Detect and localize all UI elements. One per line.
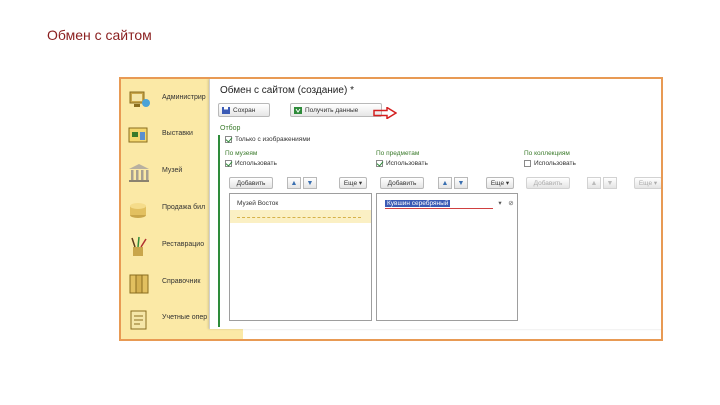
filter-title: Отбор [220, 125, 241, 132]
filter-group-line [218, 135, 220, 327]
save-button-label: Сохран [233, 107, 256, 114]
use-collections-checkbox[interactable]: Использовать [524, 160, 576, 167]
exchange-form-window: Обмен с сайтом (создание) * Сохран Получ… [209, 79, 661, 329]
checkbox-box[interactable] [225, 136, 232, 143]
list-item[interactable]: Музей Восток [230, 197, 371, 210]
move-up-button[interactable]: ▲ [438, 177, 452, 189]
use-items-checkbox[interactable]: Использовать [376, 160, 428, 167]
sidebar-item-label: Продажа бил [162, 204, 206, 211]
save-button[interactable]: Сохран [218, 103, 270, 117]
folders-icon [129, 274, 149, 294]
link-icon[interactable]: ⊘ [506, 198, 516, 209]
more-label: Еще [343, 180, 358, 187]
dropdown-arrow-icon: ▾ [505, 180, 510, 187]
dropdown-arrow-icon: ▾ [358, 180, 363, 187]
selection-dash [237, 217, 361, 218]
dropdown-arrow-icon: ▾ [653, 180, 658, 187]
sidebar-item-label: Справочник [162, 278, 201, 285]
arrow-up-icon: ▲ [590, 180, 598, 187]
exhibition-board-icon [128, 127, 148, 143]
red-arrow-icon [373, 107, 397, 119]
more-label: Еще [490, 180, 505, 187]
add-museum-button[interactable]: Добавить [229, 177, 273, 189]
museums-list[interactable]: Музей Восток [229, 193, 372, 321]
use-label: Использовать [235, 160, 277, 168]
use-museums-checkbox[interactable]: Использовать [225, 160, 277, 167]
add-collection-button: Добавить [526, 177, 570, 189]
move-down-button: ▼ [603, 177, 617, 189]
sidebar-item-label: Реставрацио [162, 241, 205, 248]
column-heading-museums: По музеям [225, 150, 258, 157]
only-with-images-checkbox[interactable]: Только с изображениями [225, 136, 310, 143]
column-heading-collections: По коллекциям [524, 150, 570, 157]
museum-columns-icon [129, 164, 149, 182]
coins-icon [130, 203, 146, 218]
sidebar-item-label: Музей [162, 167, 183, 174]
move-down-button[interactable]: ▼ [454, 177, 468, 189]
item-edit-value[interactable]: Кувшин серебряный [385, 200, 451, 207]
arrow-down-icon: ▼ [306, 180, 314, 187]
document-icon [130, 310, 147, 330]
screenshot-frame: Администрир Выставки Музей Продажа бил Р… [119, 77, 663, 341]
checkbox-box[interactable] [376, 160, 383, 167]
move-down-button[interactable]: ▼ [303, 177, 317, 189]
item-edit-field[interactable]: Кувшин серебряный [385, 198, 493, 209]
checkbox-box[interactable] [225, 160, 232, 167]
dropdown-arrow-icon[interactable]: ▾ [495, 198, 505, 209]
arrow-up-icon: ▲ [290, 180, 298, 187]
tools-icon [131, 236, 147, 256]
sidebar-item-label: Администрир [162, 94, 206, 101]
arrow-down-icon: ▼ [606, 180, 614, 187]
checkbox-box[interactable] [524, 160, 531, 167]
move-up-button[interactable]: ▲ [287, 177, 301, 189]
slide-title: Обмен с сайтом [47, 27, 152, 43]
more-label: Еще [638, 180, 653, 187]
use-label: Использовать [386, 160, 428, 168]
sidebar-item-label: Выставки [162, 130, 193, 137]
arrow-down-icon: ▼ [457, 180, 465, 187]
window-title: Обмен с сайтом (создание) * [220, 85, 354, 96]
sidebar-item-label: Учетные опер [162, 314, 208, 321]
computer-icon [129, 91, 150, 107]
fetch-data-button-label: Получить данные [305, 107, 359, 114]
arrow-up-icon: ▲ [441, 180, 449, 187]
floppy-disk-icon [222, 107, 230, 114]
items-list[interactable]: Кувшин серебряный ▾ ⊘ [376, 193, 518, 321]
more-button[interactable]: Еще ▾ [486, 177, 514, 189]
list-item-selected[interactable] [230, 210, 371, 223]
use-label: Использовать [534, 160, 576, 168]
fetch-data-button[interactable]: Получить данные [290, 103, 382, 117]
only-with-images-label: Только с изображениями [235, 136, 311, 144]
column-heading-items: По предметам [376, 150, 420, 157]
more-button[interactable]: Еще ▾ [339, 177, 367, 189]
move-up-button: ▲ [587, 177, 601, 189]
more-button: Еще ▾ [634, 177, 661, 189]
add-item-button[interactable]: Добавить [380, 177, 424, 189]
fetch-data-icon [294, 107, 302, 114]
